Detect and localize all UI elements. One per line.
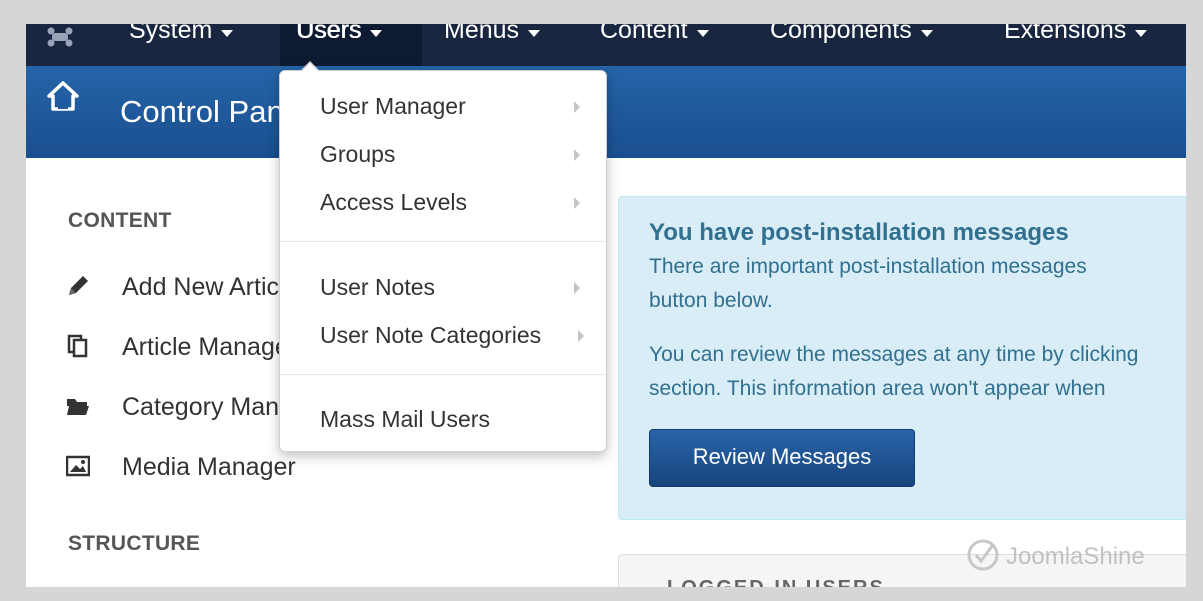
joomla-logo-icon[interactable]	[46, 26, 74, 48]
chevron-right-icon	[578, 330, 584, 342]
alert-text-line-1: There are important post-installation me…	[649, 255, 1087, 278]
logged-in-users-title: LOGGED-IN USERS	[667, 577, 885, 587]
menu-item-label: User Notes	[320, 274, 436, 300]
menu-item-label: User Note Categories	[320, 322, 542, 348]
top-navbar: System Users Menus Content Components Ex…	[26, 24, 1186, 66]
nav-extensions-label: Extensions	[1004, 24, 1127, 44]
pencil-icon	[69, 276, 88, 295]
article-manager-label: Article Manager	[122, 333, 298, 361]
nav-extensions[interactable]: Extensions	[1004, 24, 1148, 66]
menu-item-label: Groups	[320, 141, 396, 167]
caret-down-icon	[370, 30, 383, 37]
structure-section-heading: STRUCTURE	[68, 532, 201, 555]
menu-item-user-note-categories[interactable]: User Note Categories	[280, 312, 606, 356]
chevron-right-icon	[574, 149, 580, 161]
chevron-right-icon	[574, 101, 580, 113]
alert-text-line-2: button below.	[649, 289, 773, 312]
users-dropdown-menu: User Manager Groups Access Levels User N…	[279, 61, 607, 452]
copy-icon	[67, 334, 88, 358]
nav-components-label: Components	[770, 24, 912, 44]
add-new-article-label: Add New Article	[122, 273, 299, 301]
content-section-heading: CONTENT	[68, 209, 172, 232]
nav-menus[interactable]: Menus	[444, 24, 541, 66]
nav-system[interactable]: System	[129, 24, 234, 66]
menu-item-label: Mass Mail Users	[320, 406, 490, 432]
chevron-right-icon	[574, 282, 580, 294]
admin-page: System Users Menus Content Components Ex…	[26, 24, 1186, 587]
menu-item-access-levels[interactable]: Access Levels	[280, 179, 606, 223]
caret-down-icon	[1135, 30, 1148, 37]
post-installation-alert: You have post-installation messages Ther…	[618, 196, 1186, 520]
menu-item-mass-mail-users[interactable]: Mass Mail Users	[280, 396, 606, 440]
nav-content-label: Content	[600, 24, 688, 44]
nav-users-label: Users	[296, 24, 362, 44]
alert-text-line-4: section. This information area won't app…	[649, 377, 1106, 400]
nav-content[interactable]: Content	[600, 24, 709, 66]
caret-down-icon	[920, 30, 933, 37]
caret-down-icon	[528, 30, 541, 37]
menu-divider	[280, 241, 606, 242]
image-icon	[66, 455, 90, 477]
nav-users[interactable]: Users	[280, 24, 422, 66]
menu-item-label: User Manager	[320, 93, 466, 119]
alert-title: You have post-installation messages	[649, 219, 1069, 246]
menu-item-label: Access Levels	[320, 189, 468, 215]
caret-down-icon	[221, 30, 234, 37]
review-messages-button[interactable]: Review Messages	[649, 429, 915, 487]
nav-menus-label: Menus	[444, 24, 520, 44]
home-icon	[47, 81, 79, 111]
nav-components[interactable]: Components	[770, 24, 933, 66]
watermark-text: JoomlaShine	[1006, 543, 1145, 570]
alert-text-line-3: You can review the messages at any time …	[649, 343, 1139, 366]
menu-item-groups[interactable]: Groups	[280, 131, 606, 175]
nav-system-label: System	[129, 24, 213, 44]
caret-down-icon	[696, 30, 709, 37]
menu-item-user-notes[interactable]: User Notes	[280, 264, 606, 308]
menu-item-user-manager[interactable]: User Manager	[280, 83, 606, 127]
chevron-right-icon	[574, 197, 580, 209]
media-manager-label: Media Manager	[122, 453, 296, 481]
joomlashine-logo-icon	[967, 539, 999, 571]
menu-divider	[280, 374, 606, 375]
folder-icon	[67, 399, 89, 415]
